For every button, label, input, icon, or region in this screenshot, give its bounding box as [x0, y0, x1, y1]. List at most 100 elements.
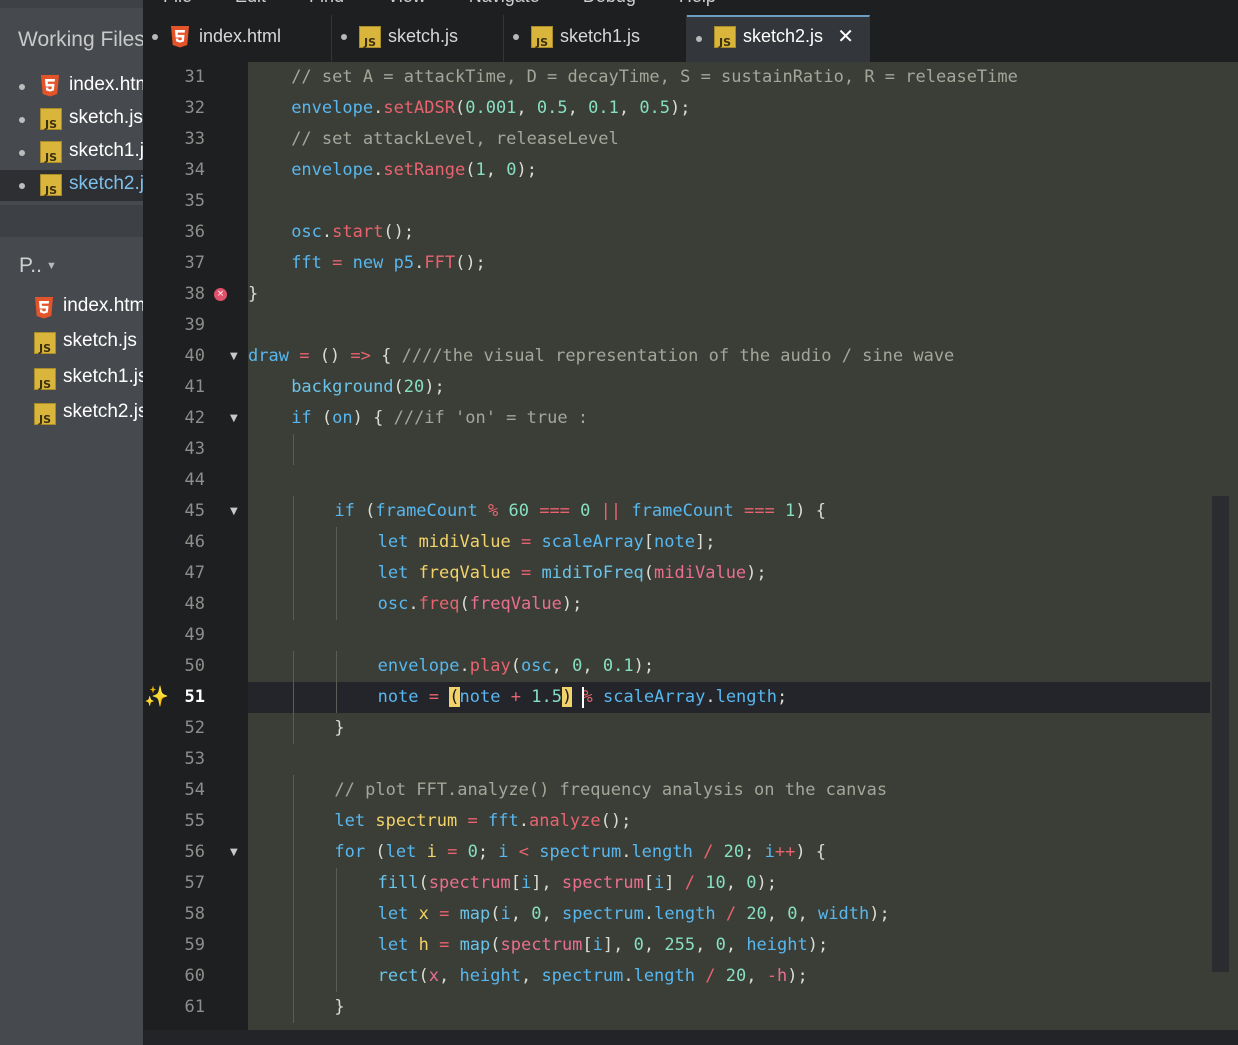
- code-token: .: [705, 687, 716, 707]
- code-line[interactable]: 57 fill(spectrum[i], spectrum[i] / 10, 0)…: [143, 868, 1238, 899]
- code-token: ,: [439, 966, 460, 986]
- code-editor[interactable]: 31 // set A = attackTime, D = decayTime, …: [143, 62, 1238, 1045]
- code-line[interactable]: 48 osc.freq(freqValue);: [143, 589, 1238, 620]
- fold-arrow-icon[interactable]: ▼: [230, 403, 238, 434]
- menu-item[interactable]: Navigate: [469, 0, 540, 7]
- code-token: (: [311, 408, 333, 428]
- code-line[interactable]: 46 let midiValue = scaleArray[note];: [143, 527, 1238, 558]
- js-file-icon: JS: [40, 141, 62, 163]
- editor-tab[interactable]: JS sketch.js: [332, 15, 504, 62]
- code-token: }: [334, 997, 345, 1017]
- code-token: if: [334, 501, 355, 521]
- working-file-item[interactable]: JS sketch1.js: [0, 137, 143, 168]
- project-title[interactable]: P.. ▼: [19, 254, 57, 278]
- code-text: }: [334, 713, 344, 744]
- code-line[interactable]: 53: [143, 744, 1238, 775]
- sidebar-divider[interactable]: [0, 205, 143, 237]
- code-token: height: [746, 935, 808, 955]
- code-line[interactable]: 32 envelope.setADSR(0.001, 0.5, 0.1, 0.5)…: [143, 93, 1238, 124]
- code-line[interactable]: 42 ▼ if (on) { ///if 'on' = true :: [143, 403, 1238, 434]
- code-token: length: [715, 687, 777, 707]
- line-number: 40: [184, 346, 205, 366]
- code-line[interactable]: 54 // plot FFT.analyze() frequency analys…: [143, 775, 1238, 806]
- file-dot-icon: [19, 183, 25, 189]
- code-line[interactable]: 52}: [143, 713, 1238, 744]
- code-line[interactable]: 38 ×}: [143, 279, 1238, 310]
- editor-tab[interactable]: JS sketch2.js ✕: [687, 15, 870, 62]
- fold-arrow-icon[interactable]: ▼: [230, 837, 238, 868]
- code-line[interactable]: 43: [143, 434, 1238, 465]
- code-line[interactable]: 40 ▼ draw = () => { ////the visual represe…: [143, 341, 1238, 372]
- project-file-item[interactable]: JS sketch2.js: [0, 398, 143, 430]
- code-token: ,: [485, 160, 507, 180]
- indent-guide: [336, 868, 338, 899]
- code-token: }: [248, 284, 259, 304]
- menu-item[interactable]: File: [163, 0, 192, 7]
- working-file-item[interactable]: index.html: [0, 71, 143, 102]
- code-text: let midiValue = scaleArray[note];: [378, 527, 716, 558]
- code-line[interactable]: 44: [143, 465, 1238, 496]
- code-token: 0: [531, 904, 542, 924]
- code-line[interactable]: 37 fft = new p5.FFT();: [143, 248, 1238, 279]
- code-line[interactable]: 36 osc.start();: [143, 217, 1238, 248]
- code-token: let: [377, 935, 409, 955]
- menu-item[interactable]: View: [387, 0, 426, 7]
- fold-arrow-icon[interactable]: ▼: [230, 341, 238, 372]
- project-file-label: sketch.js: [63, 330, 137, 351]
- close-tab-icon[interactable]: ✕: [837, 24, 854, 48]
- code-line[interactable]: 56 ▼ for (let i = 0; i < spectrum.length /…: [143, 837, 1238, 868]
- code-line[interactable]: 58 let x = map(i, 0, spectrum.length / 20…: [143, 899, 1238, 930]
- code-token: );: [670, 98, 691, 118]
- working-file-item[interactable]: JS sketch.js: [0, 104, 143, 135]
- editor-tab[interactable]: index.html: [143, 15, 332, 62]
- code-token: /: [684, 873, 696, 893]
- caret-down-icon[interactable]: ▼: [46, 260, 57, 272]
- project-file-item[interactable]: JS sketch.js: [0, 327, 143, 359]
- code-line[interactable]: 45 ▼ if (frameCount % 60 === 0 || frameCou…: [143, 496, 1238, 527]
- project-file-item[interactable]: JS sketch1.js: [0, 363, 143, 395]
- code-line[interactable]: 59 let h = map(spectrum[i], 0, 255, 0, he…: [143, 930, 1238, 961]
- project-file-item[interactable]: index.html: [0, 292, 143, 324]
- html5-icon: [40, 75, 60, 97]
- code-token: on: [332, 408, 353, 428]
- code-line[interactable]: 50 envelope.play(osc, 0, 0.1);: [143, 651, 1238, 682]
- code-token: if: [291, 408, 312, 428]
- fold-arrow-icon[interactable]: ▼: [230, 496, 238, 527]
- code-line[interactable]: 47 let freqValue = midiToFreq(midiValue);: [143, 558, 1238, 589]
- code-token: 1: [784, 501, 796, 521]
- menu-item[interactable]: Edit: [235, 0, 266, 7]
- indent-guide: [336, 930, 338, 961]
- code-line[interactable]: 49: [143, 620, 1238, 651]
- vertical-scrollbar[interactable]: [1212, 496, 1229, 972]
- code-line[interactable]: 55 let spectrum = fft.analyze();: [143, 806, 1238, 837]
- line-number: 38: [184, 284, 205, 304]
- working-file-item[interactable]: JS sketch2.js: [0, 170, 143, 201]
- code-line[interactable]: ✨ 51 note = (note + 1.5) % scaleArray.leng…: [143, 682, 1238, 713]
- menu-item[interactable]: Debug: [583, 0, 636, 7]
- code-line[interactable]: 31 // set A = attackTime, D = decayTime, …: [143, 62, 1238, 93]
- code-token: 0: [746, 873, 757, 893]
- js-file-icon: JS: [359, 26, 381, 48]
- code-line[interactable]: 60 rect(x, height, spectrum.length / 20, …: [143, 961, 1238, 992]
- code-text: osc.freq(freqValue);: [378, 589, 583, 620]
- code-token: =: [447, 842, 458, 862]
- code-token: (: [449, 687, 460, 707]
- code-line[interactable]: 61}: [143, 992, 1238, 1023]
- code-line[interactable]: 34 envelope.setRange(1, 0);: [143, 155, 1238, 186]
- code-token: );: [561, 594, 583, 614]
- code-line[interactable]: 41 background(20);: [143, 372, 1238, 403]
- menu-item[interactable]: Find: [309, 0, 344, 7]
- menu-item[interactable]: Help: [679, 0, 716, 7]
- code-line[interactable]: 35: [143, 186, 1238, 217]
- error-icon[interactable]: ×: [214, 288, 227, 301]
- code-line[interactable]: 33 // set attackLevel, releaseLevel: [143, 124, 1238, 155]
- tab-label: sketch2.js: [743, 26, 824, 46]
- code-text: // plot FFT.analyze() frequency analysis…: [334, 775, 887, 806]
- code-token: ) {: [795, 842, 827, 862]
- editor-tab[interactable]: JS sketch1.js: [504, 15, 687, 62]
- code-line[interactable]: 39: [143, 310, 1238, 341]
- code-token: spectrum: [541, 966, 624, 986]
